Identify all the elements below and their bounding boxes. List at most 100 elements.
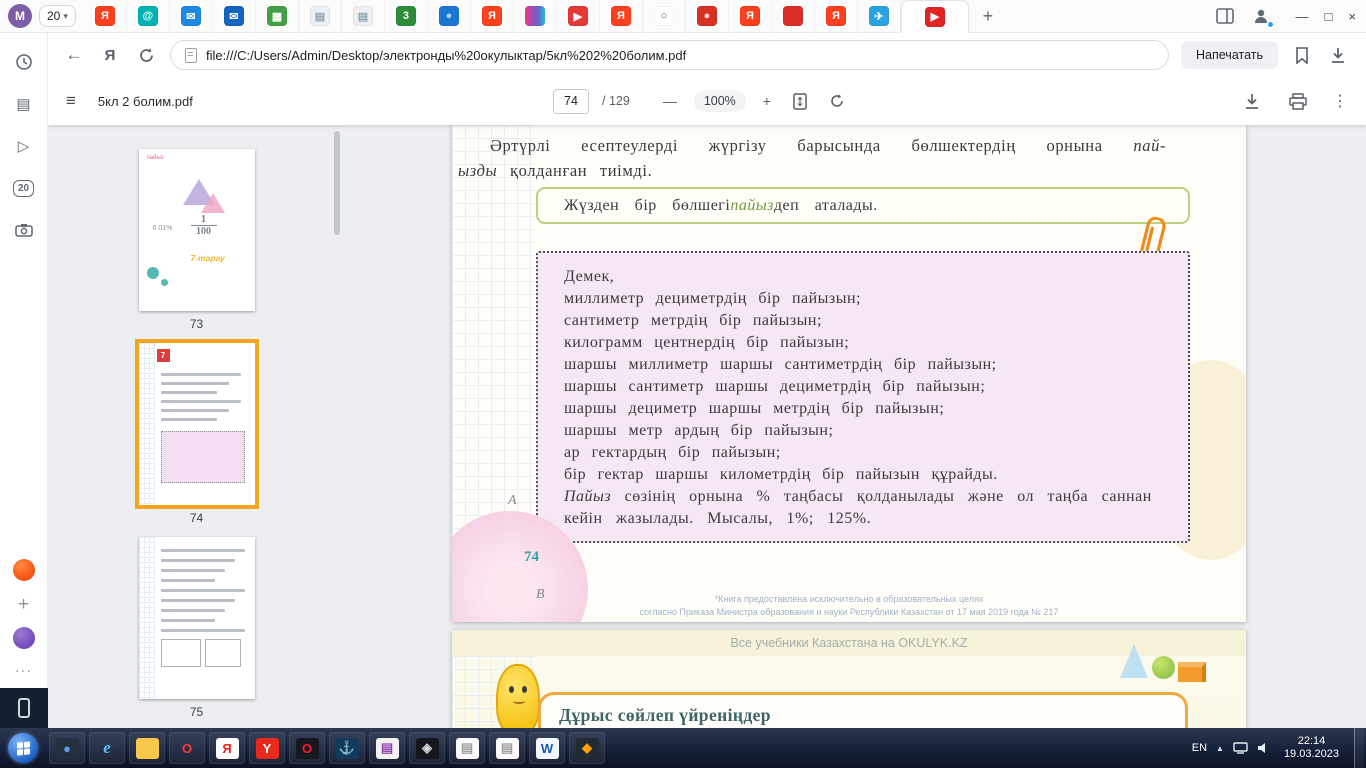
browser-tab-doc-light-2[interactable]: ▤ <box>342 0 385 33</box>
sidebar-panel-icon[interactable] <box>1214 5 1236 27</box>
browser-tab-telegram[interactable]: ✈ <box>858 0 901 33</box>
yandex-home-button[interactable]: Я <box>98 43 122 67</box>
downloads-icon[interactable] <box>1326 43 1350 67</box>
pdf-more-options-icon[interactable]: ⋮ <box>1332 91 1348 111</box>
page-viewer[interactable]: Әртүрлі есептеулерді жүргізу барысында б… <box>345 125 1366 728</box>
yandex-5-favicon: Я <box>826 6 846 26</box>
diamond-app-icon: ◆ <box>576 738 599 759</box>
thumbnail-page-75[interactable] <box>139 537 255 699</box>
profile-avatar[interactable]: M <box>8 4 32 28</box>
yandex-2-favicon: Я <box>482 6 502 26</box>
pdf-content-area: пайыз0.01%11007-тарау7377475 Әртүрлі есе… <box>48 125 1366 728</box>
maximize-button[interactable]: □ <box>1325 9 1333 24</box>
browser-tab-red-square[interactable] <box>772 0 815 33</box>
zoom-level-value[interactable]: 100% <box>694 90 746 112</box>
collections-flag-icon[interactable] <box>1290 43 1314 67</box>
browser-tab-mail-envelope-2[interactable]: ✉ <box>213 0 256 33</box>
taskbar-clock[interactable]: 22:14 19.03.2023 <box>1284 735 1339 761</box>
page-number-input[interactable]: 74 <box>553 89 589 114</box>
browser-tab-yandex-5[interactable]: Я <box>815 0 858 33</box>
tabs-badge-count: 20 <box>13 180 34 197</box>
device-sync-tile[interactable] <box>0 688 48 728</box>
browser-tab-stripes[interactable] <box>514 0 557 33</box>
cuboid-shape <box>1178 662 1206 682</box>
browser-tab-doc-light[interactable]: ▤ <box>299 0 342 33</box>
taskbar-icon-diamond-app[interactable]: ◆ <box>569 732 605 764</box>
sidebar-add-button[interactable]: + <box>18 594 29 616</box>
taskbar-icon-torrent-anchor[interactable]: ⚓ <box>329 732 365 764</box>
browser-tab-yandex-3[interactable]: Я <box>600 0 643 33</box>
pdf-print-icon[interactable] <box>1286 89 1310 113</box>
address-bar[interactable]: file:///C:/Users/Admin/Desktop/электронд… <box>170 40 1169 70</box>
browser-tab-rambler-mail[interactable]: @ <box>127 0 170 33</box>
taskbar-icon-app-circle[interactable]: ● <box>49 732 85 764</box>
rotate-page-icon[interactable] <box>825 89 849 113</box>
profile-icon[interactable] <box>1250 5 1272 27</box>
browser-tab-yandex-2[interactable]: Я <box>471 0 514 33</box>
browser-tab-yandex[interactable]: Я <box>84 0 127 33</box>
browser-tab-green-grid[interactable]: ▦ <box>256 0 299 33</box>
show-desktop-button[interactable] <box>1354 728 1364 768</box>
history-icon[interactable] <box>9 47 39 77</box>
video-icon[interactable]: ▷ <box>9 131 39 161</box>
tab-counter-button[interactable]: 20 ▾ <box>39 5 76 27</box>
browser-tab-blue-globe[interactable]: ● <box>428 0 471 33</box>
language-indicator[interactable]: EN <box>1192 742 1207 754</box>
tabs-badge[interactable]: 20 <box>9 173 39 203</box>
close-button[interactable]: × <box>1348 9 1356 24</box>
screenshot-camera-icon[interactable] <box>9 215 39 245</box>
system-tray: EN ▲ 22:14 19.03.2023 <box>1192 728 1366 768</box>
browser-sidebar: ▤ ▷ 20 + ··· <box>0 33 48 728</box>
refresh-button[interactable] <box>134 43 158 67</box>
minimize-button[interactable]: — <box>1296 9 1309 24</box>
page-number-74: 74 <box>524 549 539 566</box>
taskbar-icon-y-browser[interactable]: Y <box>249 732 285 764</box>
tray-expand-arrow[interactable]: ▲ <box>1216 744 1224 753</box>
browser-tab-mail-envelope[interactable]: ✉ <box>170 0 213 33</box>
browser-tab-yandex-4[interactable]: Я <box>729 0 772 33</box>
yandex-app-icon: Я <box>216 738 239 759</box>
back-button[interactable]: ← <box>62 43 86 67</box>
thumbnail-scrollbar[interactable] <box>334 131 340 235</box>
feed-panels-icon[interactable]: ▤ <box>9 89 39 119</box>
sidebar-more-button[interactable]: ··· <box>15 662 32 678</box>
alice-assistant-icon[interactable] <box>13 559 35 581</box>
taskbar-icon-dark-app[interactable]: ◈ <box>409 732 445 764</box>
taskbar-icon-notepad-doc[interactable]: ▤ <box>449 732 485 764</box>
services-icon[interactable] <box>13 627 35 649</box>
tab-list: Я@✉✉▦▤▤3●Я▶Я○●ЯЯ✈▶ <box>84 0 969 33</box>
fit-page-icon[interactable] <box>788 89 812 113</box>
zoom-out-button[interactable]: — <box>659 93 681 109</box>
mail-envelope-favicon: ✉ <box>181 6 201 26</box>
taskbar-icon-word[interactable]: W <box>529 732 565 764</box>
browser-tab-green-three[interactable]: 3 <box>385 0 428 33</box>
thumbnail-page-73[interactable]: пайыз0.01%11007-тарау <box>139 149 255 311</box>
taskbar-icon-yandex-app[interactable]: Я <box>209 732 245 764</box>
volume-tray-icon[interactable] <box>1257 742 1271 754</box>
yandex-3-favicon: Я <box>611 6 631 26</box>
percent-rules-box: Демек, миллиметр дециметрдің бір пайызын… <box>536 251 1190 543</box>
display-tray-icon[interactable] <box>1233 742 1248 754</box>
pdf-menu-icon[interactable]: ≡ <box>66 91 76 111</box>
print-page-button[interactable]: Напечатать <box>1181 41 1278 69</box>
start-button[interactable] <box>8 733 38 763</box>
taskbar-icon-winrar[interactable]: ▤ <box>369 732 405 764</box>
browser-tab-active-red[interactable]: ▶ <box>901 0 969 33</box>
taskbar-icon-internet-explorer[interactable]: e <box>89 732 125 764</box>
browser-tab-red-round[interactable]: ● <box>686 0 729 33</box>
taskbar-icon-notepad-doc-2[interactable]: ▤ <box>489 732 525 764</box>
telegram-favicon: ✈ <box>869 6 889 26</box>
copyright-footnote: *Книга предоставлена исключительно в обр… <box>452 593 1246 619</box>
taskbar-icon-opera[interactable]: O <box>289 732 325 764</box>
taskbar-icon-opera-mini[interactable]: O <box>169 732 205 764</box>
taskbar-icon-folder[interactable] <box>129 732 165 764</box>
zoom-in-button[interactable]: + <box>759 93 775 109</box>
browser-tab-red-video[interactable]: ▶ <box>557 0 600 33</box>
yandex-4-favicon: Я <box>740 6 760 26</box>
pdf-download-icon[interactable] <box>1240 89 1264 113</box>
thumbnail-page-74[interactable]: 7 <box>139 343 255 505</box>
browser-tab-white-ring[interactable]: ○ <box>643 0 686 33</box>
rambler-mail-favicon: @ <box>138 6 158 26</box>
green-grid-favicon: ▦ <box>267 6 287 26</box>
new-tab-button[interactable]: + <box>973 1 1003 31</box>
